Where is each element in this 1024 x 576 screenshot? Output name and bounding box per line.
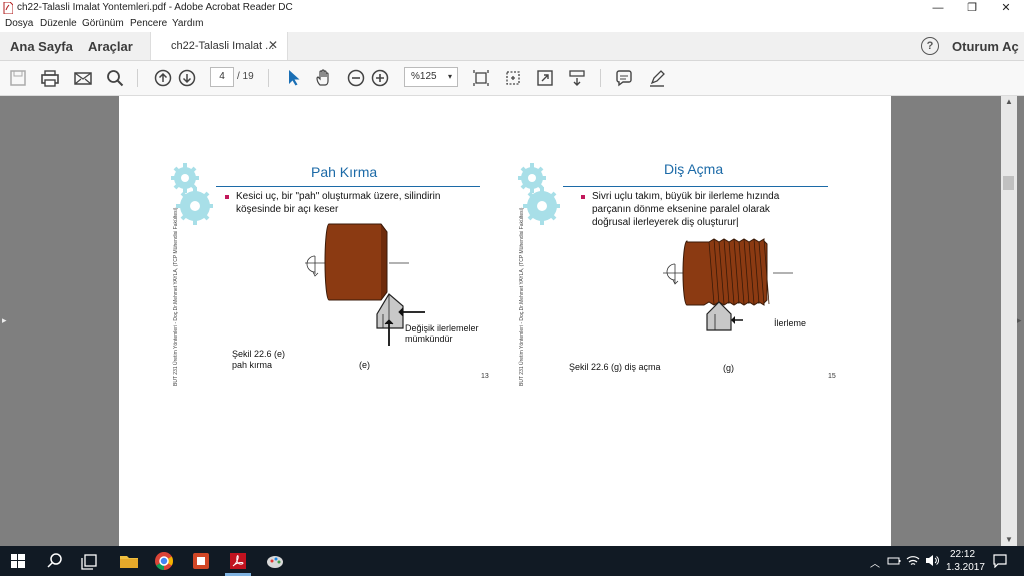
hand-icon[interactable]	[314, 68, 334, 88]
scroll-down-arrow-icon[interactable]: ▼	[1005, 535, 1013, 544]
save-icon[interactable]	[8, 68, 28, 88]
app-red-icon[interactable]	[190, 550, 212, 572]
highlight-icon[interactable]	[647, 68, 667, 88]
comment-icon[interactable]	[614, 68, 634, 88]
pdf-file-icon	[3, 2, 13, 14]
title-rule	[563, 186, 828, 187]
help-icon[interactable]: ?	[921, 37, 939, 55]
rotate-icon[interactable]	[503, 68, 523, 88]
document-tab[interactable]: ch22-Talasli Imalat ... ✕	[150, 32, 288, 60]
zoom-in-icon[interactable]	[370, 68, 390, 88]
title-bar: ch22-Talasli Imalat Yontemleri.pdf - Ado…	[0, 0, 1024, 17]
document-tab-label: ch22-Talasli Imalat ...	[171, 40, 275, 52]
menu-yardim[interactable]: Yardım	[172, 18, 204, 29]
page-up-icon[interactable]	[153, 68, 173, 88]
file-explorer-icon[interactable]	[118, 550, 140, 572]
page-total-label: / 19	[237, 71, 254, 82]
select-arrow-icon[interactable]	[283, 68, 303, 88]
print-icon[interactable]	[40, 68, 60, 88]
close-button[interactable]: ✕	[989, 0, 1023, 17]
search-icon[interactable]	[105, 68, 125, 88]
clock-date[interactable]: 1.3.2017	[946, 562, 985, 573]
fit-page-icon[interactable]	[471, 68, 491, 88]
tray-chevron-icon[interactable]: ︿	[870, 555, 880, 570]
battery-icon[interactable]	[887, 555, 901, 567]
fullscreen-icon[interactable]	[535, 68, 555, 88]
toolbar-separator	[268, 69, 269, 87]
scrollbar-thumb[interactable]	[1003, 176, 1014, 190]
acrobat-icon[interactable]	[227, 550, 249, 572]
pdf-page: Pah Kırma Kesici uç, bir "pah" oluşturma…	[119, 96, 891, 546]
zoom-out-icon[interactable]	[346, 68, 366, 88]
search-icon[interactable]	[44, 550, 66, 572]
bullet-line: parçanın dönme eksenine paralel olarak	[592, 204, 770, 215]
notification-icon[interactable]	[993, 554, 1007, 568]
left-panel-toggle-icon[interactable]: ▸	[2, 315, 7, 326]
slide-page-number: 15	[828, 373, 836, 380]
slide-dis-acma: Diş Açma Sivri uçlu takım, büyük bir ile…	[119, 96, 891, 546]
bullet-line: doğrusal ilerleyerek diş oluşturur|	[592, 217, 739, 228]
bullet-marker	[581, 195, 585, 199]
toolbar: 4 / 19 %125 ▾	[0, 61, 1024, 96]
chrome-icon[interactable]	[153, 550, 175, 572]
bullet-line: Sivri uçlu takım, büyük bir ilerleme hız…	[592, 191, 780, 202]
chevron-down-icon: ▾	[447, 72, 452, 81]
signin-button[interactable]: Oturum Aç	[952, 39, 1019, 54]
minimize-button[interactable]: —	[921, 0, 955, 17]
toolbar-separator	[600, 69, 601, 87]
vertical-footer: BUT 231 Üretim Yöntemleri - Doç.Dr.Mehme…	[519, 207, 525, 386]
maximize-button[interactable]: ❐	[955, 0, 989, 17]
page-down-icon[interactable]	[177, 68, 197, 88]
home-tab[interactable]: Ana Sayfa	[10, 39, 73, 54]
callout-text: İlerleme	[774, 318, 807, 328]
taskbar: ︿ 22:12 1.3.2017	[0, 546, 1024, 576]
zoom-select[interactable]: %125 ▾	[404, 67, 458, 87]
right-panel-toggle-icon[interactable]: ▸	[1017, 315, 1022, 326]
bullet-text: Sivri uçlu takım, büyük bir ilerleme hız…	[592, 190, 822, 229]
figure-caption: Şekil 22.6 (g) diş açma	[569, 362, 661, 372]
slide-title: Diş Açma	[664, 161, 724, 177]
task-view-icon[interactable]	[79, 550, 101, 572]
paint-icon[interactable]	[264, 550, 286, 572]
scroll-up-arrow-icon[interactable]: ▲	[1005, 97, 1013, 106]
toolbar-separator	[137, 69, 138, 87]
window-title: ch22-Talasli Imalat Yontemleri.pdf - Ado…	[17, 2, 293, 13]
figure-label: (g)	[723, 363, 734, 373]
wifi-icon[interactable]	[906, 554, 920, 567]
menu-duzenle[interactable]: Düzenle	[40, 18, 77, 29]
menu-pencere[interactable]: Pencere	[130, 18, 167, 29]
menu-bar: Dosya Düzenle Görünüm Pencere Yardım	[0, 17, 1024, 32]
tools-tab[interactable]: Araçlar	[88, 39, 133, 54]
vertical-scrollbar[interactable]	[1001, 96, 1017, 546]
scroll-mode-icon[interactable]	[567, 68, 587, 88]
clock-time[interactable]: 22:12	[950, 549, 975, 560]
zoom-value: %125	[411, 71, 437, 82]
document-tab-close-icon[interactable]: ✕	[268, 38, 278, 52]
email-icon[interactable]	[73, 68, 93, 88]
page-number-input[interactable]: 4	[210, 67, 234, 87]
volume-icon[interactable]	[925, 554, 939, 567]
nav-bar: Ana Sayfa Araçlar ch22-Talasli Imalat ..…	[0, 32, 1024, 61]
menu-dosya[interactable]: Dosya	[5, 18, 33, 29]
menu-gorunum[interactable]: Görünüm	[82, 18, 124, 29]
windows-start-icon[interactable]	[7, 550, 29, 572]
